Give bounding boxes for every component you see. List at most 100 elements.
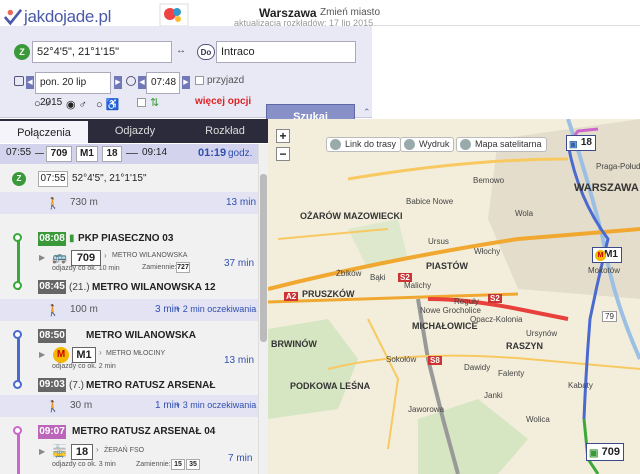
line-number[interactable]: M1 (72, 347, 96, 363)
direction-arrow: › (104, 251, 107, 260)
map-label: Janki (484, 391, 503, 400)
summary-line-18: 18 (102, 146, 122, 162)
road-sign: S8 (428, 356, 442, 365)
scrollbar[interactable] (258, 144, 268, 474)
map-marker-709[interactable]: ▣ 709 (586, 443, 624, 461)
link-to-route-button[interactable]: Link do trasy (326, 137, 402, 152)
line-number[interactable]: 18 (71, 444, 93, 460)
arrival-checkbox[interactable] (195, 76, 204, 85)
arr-stop[interactable]: METRO WILANOWSKA 12 (92, 282, 216, 293)
swap-icon[interactable]: ↔ (176, 45, 186, 56)
ride-duration: 13 min (224, 355, 255, 366)
transfer-icon: ⇅ (150, 97, 160, 109)
connection-summary[interactable]: 07:55 709 M1 18 09:14 01:19 godz. (0, 144, 258, 164)
more-options-link[interactable]: więcej opcji (195, 96, 251, 107)
direction: ŻERAŃ FSO (104, 447, 145, 454)
tab-connections[interactable]: Połączenia (0, 119, 88, 143)
arr-time: 09:03 (38, 378, 66, 392)
scrollbar-thumb[interactable] (260, 174, 267, 342)
calendar-icon[interactable] (14, 76, 24, 86)
date-prev-button[interactable]: ◀ (26, 76, 34, 89)
map-label: Włochy (474, 247, 501, 256)
logo[interactable]: jakdojade.pl (2, 6, 111, 28)
metro-icon: M (53, 347, 69, 363)
summary-dash (126, 153, 138, 154)
logo-text: jakdojade.pl (24, 7, 112, 26)
line-number[interactable]: 709 (71, 250, 101, 266)
stop-dot (13, 233, 22, 242)
summary-end-time: 09:14 (142, 147, 168, 158)
bus-icon: 🚌 (52, 250, 67, 264)
alternative-line[interactable]: 727 (176, 262, 190, 273)
map-label: Mokotów (588, 266, 621, 275)
dep-stop[interactable]: METRO WILANOWSKA (86, 330, 196, 341)
train-icon: ▮ (69, 233, 75, 244)
walk-distance: 730 m (70, 197, 98, 208)
road-sign: A2 (284, 292, 299, 301)
start-time: 07:55 (38, 171, 68, 187)
arr-stop[interactable]: METRO RATUSZ ARSENAŁ (86, 380, 215, 391)
expand-icon[interactable]: ▶ (39, 253, 45, 262)
map-label: Ursus (428, 237, 449, 246)
zoom-out-button[interactable]: − (276, 147, 290, 161)
map-label: Wola (515, 209, 534, 218)
ride-duration: 37 min (224, 258, 255, 269)
dep-stop[interactable]: PKP PIASECZNO 03 (78, 233, 173, 244)
summary-line-709: 709 (46, 146, 72, 162)
map-label: PODKOWA LEŚNA (290, 381, 371, 391)
map-marker-m1[interactable]: M M1 (592, 247, 622, 263)
from-badge: Z (14, 44, 30, 60)
tab-bar: Połączenia Odjazdy Rozkład (0, 119, 268, 143)
map-label: Ursynów (526, 329, 558, 338)
person-option-icon[interactable]: ◉ ♂ (66, 98, 87, 111)
map-label: Wolica (526, 415, 550, 424)
map-label: RASZYN (506, 341, 544, 351)
time-next-button[interactable]: ▶ (182, 76, 190, 89)
arr-time: 08:45 (38, 280, 66, 294)
time-input[interactable]: 07:48 (146, 72, 180, 94)
summary-duration: 01:19 (198, 147, 227, 159)
date-next-button[interactable]: ▶ (114, 76, 122, 89)
logo-check-icon (3, 8, 23, 26)
start-badge: Z (12, 172, 26, 186)
zoom-in-button[interactable]: + (276, 129, 290, 143)
road-sign: 79 (602, 311, 617, 322)
clock-icon[interactable] (126, 76, 136, 86)
satellite-map-button[interactable]: Mapa satelitarna (456, 137, 547, 152)
direction-arrow: › (96, 445, 99, 454)
alternative-line[interactable]: 35 (186, 459, 200, 470)
date-input[interactable]: pon. 20 lip 2015 (35, 72, 111, 108)
dep-stop[interactable]: METRO RATUSZ ARSENAŁ 04 (72, 426, 215, 437)
map-label: Malichy (404, 281, 432, 290)
map-label: Jaworowa (408, 405, 445, 414)
map-label: Dawidy (464, 363, 491, 372)
map-label: Nowe Grocholice (420, 306, 481, 315)
walk-option-icon[interactable]: ○ ♂ (34, 98, 52, 110)
transfer-checkbox[interactable] (137, 98, 146, 107)
expand-icon[interactable]: ▶ (39, 350, 45, 359)
walk-time: 13 min (226, 197, 257, 208)
wheelchair-option-icon[interactable]: ○ ♿ (96, 98, 119, 111)
alternative-line[interactable]: 15 (171, 459, 185, 470)
collapse-icon[interactable]: ⌃ (363, 107, 371, 118)
map-label: BRWINÓW (271, 339, 317, 349)
header-right-area (372, 0, 640, 26)
map-label: PRUSZKÓW (302, 289, 355, 299)
map-label: Falenty (498, 369, 525, 378)
map-marker-18[interactable]: ▣ 18 (566, 135, 596, 151)
walk-segment-3: 🚶 30 m 1 min + 3 min oczekiwania (0, 395, 258, 417)
to-input[interactable]: Intraco (216, 41, 356, 63)
print-button[interactable]: Wydruk (400, 137, 455, 152)
to-badge: Do (197, 44, 215, 60)
tab-timetable[interactable]: Rozkład (182, 119, 268, 143)
walk-segment-1: 🚶 730 m 13 min (0, 192, 258, 214)
from-input[interactable]: 52°4'5", 21°1'15" (32, 41, 172, 63)
map-view[interactable]: + − Link do trasy Wydruk Mapa satelitarn… (268, 119, 640, 474)
map-label: Żbików (336, 269, 362, 278)
time-prev-button[interactable]: ◀ (138, 76, 146, 89)
map-label: Sokołów (386, 355, 417, 364)
change-city-link[interactable]: Zmień miasto (320, 7, 380, 18)
expand-icon[interactable]: ▶ (39, 447, 45, 456)
tram-icon: ▣ (569, 139, 578, 149)
tab-departures[interactable]: Odjazdy (88, 119, 182, 143)
